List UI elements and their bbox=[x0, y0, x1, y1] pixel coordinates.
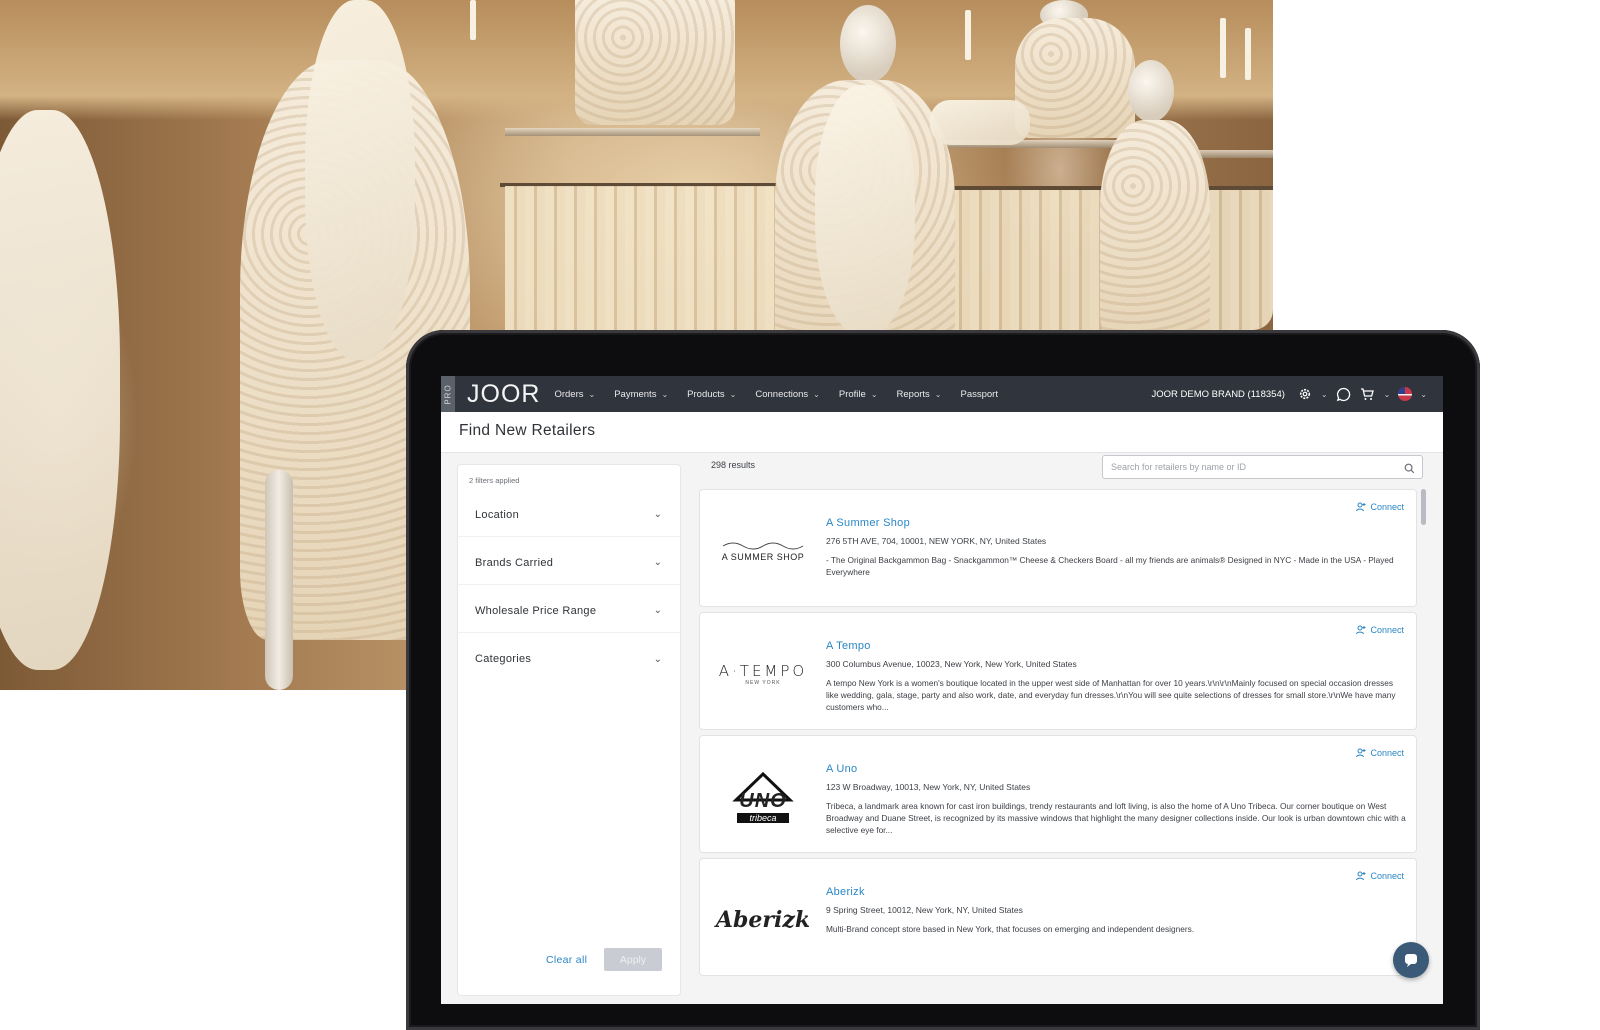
retailer-description: Multi-Brand concept store based in New Y… bbox=[826, 924, 1195, 934]
filter-location[interactable]: Location ⌄ bbox=[458, 493, 680, 537]
page-header: Find New Retailers bbox=[441, 412, 1443, 453]
retailer-name[interactable]: A Uno bbox=[826, 763, 857, 775]
flag-icon[interactable] bbox=[1398, 387, 1413, 401]
chevron-down-icon: ⌄ bbox=[588, 389, 596, 399]
page-title: Find New Retailers bbox=[459, 422, 596, 439]
filter-categories[interactable]: Categories ⌄ bbox=[458, 637, 680, 681]
filter-panel: 2 filters applied Location ⌄ Brands Carr… bbox=[457, 464, 681, 996]
retailer-address: 276 5TH AVE, 704, 10001, NEW YORK, NY, U… bbox=[826, 536, 1047, 546]
retailer-address: 300 Columbus Avenue, 10023, New York, Ne… bbox=[826, 659, 1077, 669]
add-user-icon bbox=[1356, 871, 1366, 881]
chevron-down-icon: ⌄ bbox=[729, 389, 737, 399]
retailer-search-input[interactable]: Search for retailers by name or ID bbox=[1102, 455, 1423, 479]
chevron-down-icon: ⌄ bbox=[661, 389, 669, 399]
chat-icon bbox=[1405, 954, 1417, 967]
retailer-logo: UNO tribeca bbox=[708, 758, 818, 836]
filters-applied-count: 2 filters applied bbox=[469, 476, 520, 485]
retailer-name[interactable]: A Tempo bbox=[826, 640, 871, 652]
results-scrollbar[interactable] bbox=[1421, 489, 1426, 525]
add-user-icon bbox=[1356, 748, 1366, 758]
retailer-name[interactable]: Aberizk bbox=[826, 886, 865, 898]
nav-orders[interactable]: Orders ⌄ bbox=[554, 389, 595, 400]
connect-button[interactable]: Connect bbox=[1356, 502, 1404, 512]
retailer-logo: A SUMMER SHOP bbox=[708, 512, 818, 590]
retailer-card[interactable]: A SUMMER SHOP A Summer Shop 276 5TH AVE,… bbox=[699, 489, 1417, 607]
chevron-down-icon[interactable]: ⌄ bbox=[1321, 390, 1328, 399]
chevron-down-icon: ⌄ bbox=[653, 557, 662, 568]
add-user-icon bbox=[1356, 625, 1366, 635]
chevron-down-icon: ⌄ bbox=[870, 389, 878, 399]
retailer-address: 9 Spring Street, 10012, New York, NY, Un… bbox=[826, 905, 1023, 915]
nav-passport[interactable]: Passport bbox=[960, 389, 998, 400]
search-icon[interactable] bbox=[1404, 461, 1415, 479]
nav-right: JOOR DEMO BRAND (118354) ⌄ ⌄ ⌄ bbox=[1152, 386, 1427, 402]
results-count: 298 results bbox=[711, 460, 756, 470]
chevron-down-icon: ⌄ bbox=[653, 653, 662, 665]
gear-icon[interactable] bbox=[1297, 386, 1313, 402]
chevron-down-icon: ⌄ bbox=[813, 389, 820, 399]
retailer-card[interactable]: UNO tribeca A Uno 123 W Broadway, 10013,… bbox=[699, 735, 1417, 853]
filter-brands-carried[interactable]: Brands Carried ⌄ bbox=[458, 541, 680, 585]
nav-connections[interactable]: Connections ⌄ bbox=[755, 389, 820, 400]
connect-button[interactable]: Connect bbox=[1356, 748, 1404, 758]
nav-payments[interactable]: Payments ⌄ bbox=[614, 389, 668, 400]
retailer-address: 123 W Broadway, 10013, New York, NY, Uni… bbox=[826, 782, 1031, 792]
filter-wholesale-price-range[interactable]: Wholesale Price Range ⌄ bbox=[458, 589, 680, 633]
nav-reports[interactable]: Reports ⌄ bbox=[897, 389, 942, 400]
nav-profile[interactable]: Profile ⌄ bbox=[839, 389, 878, 400]
retailer-description: Tribeca, a landmark area known for cast … bbox=[826, 801, 1406, 835]
cart-icon[interactable] bbox=[1360, 386, 1376, 402]
account-name[interactable]: JOOR DEMO BRAND (118354) bbox=[1152, 389, 1285, 400]
nav-products[interactable]: Products ⌄ bbox=[687, 389, 736, 400]
retailer-description: - The Original Backgammon Bag - Snackgam… bbox=[826, 555, 1394, 577]
chevron-down-icon: ⌄ bbox=[653, 509, 662, 520]
retailer-card[interactable]: A·TEMPO NEW YORK A Tempo 300 Columbus Av… bbox=[699, 612, 1417, 730]
top-nav: PRO JOOR Orders ⌄ Payments ⌄ Products ⌄ … bbox=[441, 376, 1443, 412]
chevron-down-icon: ⌄ bbox=[653, 605, 662, 616]
chevron-down-icon[interactable]: ⌄ bbox=[1384, 390, 1391, 399]
add-user-icon bbox=[1356, 502, 1366, 512]
results-list: A SUMMER SHOP A Summer Shop 276 5TH AVE,… bbox=[699, 489, 1417, 1004]
connect-button[interactable]: Connect bbox=[1356, 625, 1404, 635]
chevron-down-icon: ⌄ bbox=[934, 389, 942, 399]
retailer-name[interactable]: A Summer Shop bbox=[826, 517, 910, 529]
support-chat-button[interactable] bbox=[1393, 942, 1429, 978]
search-placeholder: Search for retailers by name or ID bbox=[1111, 462, 1247, 472]
retailer-logo: Aberizk bbox=[715, 907, 811, 933]
retailer-logo: A·TEMPO NEW YORK bbox=[718, 662, 808, 686]
retailer-card[interactable]: Aberizk Aberizk 9 Spring Street, 10012, … bbox=[699, 858, 1417, 976]
pro-badge: PRO bbox=[441, 376, 455, 412]
clear-all-button[interactable]: Clear all bbox=[546, 954, 587, 966]
joor-logo[interactable]: JOOR bbox=[467, 380, 540, 409]
retailer-description: A tempo New York is a women's boutique l… bbox=[826, 678, 1396, 712]
apply-button[interactable]: Apply bbox=[604, 948, 662, 971]
app-screen: PRO JOOR Orders ⌄ Payments ⌄ Products ⌄ … bbox=[441, 376, 1443, 1004]
chevron-down-icon[interactable]: ⌄ bbox=[1420, 390, 1427, 399]
chat-icon[interactable] bbox=[1336, 386, 1352, 402]
connect-button[interactable]: Connect bbox=[1356, 871, 1404, 881]
